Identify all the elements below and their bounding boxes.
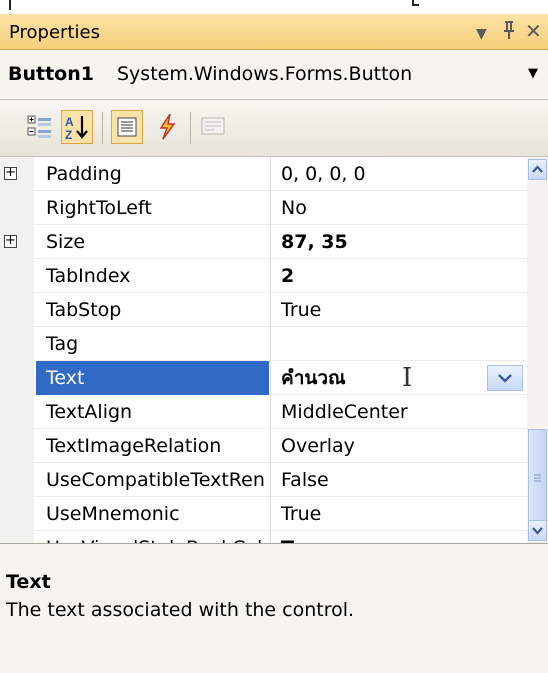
categorized-icon [27,115,51,138]
row-gutter [0,463,34,497]
row-gutter: + [0,225,34,259]
property-name: Size [46,231,86,253]
description-text: The text associated with the control. [6,599,355,621]
properties-panel: Properties ▼ ✕ Button1 System.Windows.Fo… [0,0,548,673]
row-gutter [0,531,34,543]
row-gutter [0,259,34,293]
toolbar: A Z [0,100,548,157]
property-row[interactable]: TabStop True [0,293,527,327]
row-gutter [0,191,34,225]
row-gutter [0,327,34,361]
property-name: UseVisualStyleBackColo [36,531,269,543]
property-name: TabIndex [46,265,131,287]
scroll-thumb[interactable] [528,429,547,529]
property-value[interactable]: No [270,191,527,225]
row-gutter [0,429,34,463]
property-value[interactable]: 0, 0, 0, 0 [270,157,527,191]
close-icon[interactable]: ✕ [525,20,542,42]
property-name: UseCompatibleTextRen [46,469,265,491]
property-row[interactable]: TabIndex 2 [0,259,527,293]
scroll-up-button[interactable] [528,159,547,180]
chevron-down-icon [498,374,512,383]
svg-text:Z: Z [65,128,72,142]
property-name: UseMnemonic [46,503,180,525]
vertical-scrollbar[interactable] [527,157,548,543]
property-value[interactable]: True [270,497,527,531]
scroll-down-icon [532,527,543,535]
object-type: System.Windows.Forms.Button [117,63,413,85]
property-row[interactable]: TextAlign MiddleCenter [0,395,527,429]
row-gutter: + [0,157,34,191]
property-value[interactable]: 2 [270,259,527,293]
top-strip [0,0,548,14]
property-row[interactable]: UseCompatibleTextRen False [0,463,527,497]
window-position-dropdown-icon[interactable]: ▼ [476,23,487,45]
row-gutter [0,395,34,429]
property-row-selected[interactable]: Text คำนวณ I [0,361,527,395]
property-row[interactable]: UseMnemonic True [0,497,527,531]
property-row[interactable]: UseVisualStyleBackColo True [0,531,527,543]
property-row[interactable]: + Size 87, 35 [0,225,527,259]
categorized-button[interactable] [25,110,57,144]
sort-az-icon: A Z [65,115,88,142]
properties-icon [117,117,137,137]
description-title: Text [6,571,51,593]
property-value[interactable]: 87, 35 [270,225,527,259]
property-row[interactable]: + Padding 0, 0, 0, 0 [0,157,527,191]
toolbar-separator [190,112,191,144]
title-bar: Properties ▼ ✕ [0,14,548,50]
description-pane: Text The text associated with the contro… [0,543,548,673]
property-row[interactable]: Tag [0,327,527,361]
object-name: Button1 [8,63,94,85]
row-gutter [0,361,34,395]
lightning-icon [159,113,176,140]
property-grid: + Padding 0, 0, 0, 0 RightToLeft No + Si… [0,157,527,543]
scroll-down-button[interactable] [528,520,547,541]
property-pages-button[interactable] [198,110,230,144]
property-value[interactable]: Overlay [270,429,527,463]
svg-text:A: A [65,115,74,129]
property-value[interactable]: MiddleCenter [270,395,527,429]
value-dropdown-button[interactable] [487,365,523,391]
property-pages-icon [201,117,225,135]
toolbar-separator [102,112,103,144]
window-title: Properties [9,22,100,43]
property-name: TextAlign [46,401,133,423]
property-name: RightToLeft [46,197,152,219]
chevron-down-icon[interactable]: ▼ [528,66,538,81]
property-row[interactable]: RightToLeft No [0,191,527,225]
expand-icon[interactable]: + [4,166,17,180]
object-selector[interactable]: Button1 System.Windows.Forms.Button ▼ [0,50,548,100]
property-value[interactable]: True [270,531,527,543]
row-gutter [0,497,34,531]
row-gutter [0,293,34,327]
property-row[interactable]: TextImageRelation Overlay [0,429,527,463]
events-button[interactable] [152,110,184,144]
property-value[interactable]: False [270,463,527,497]
ibeam-cursor-icon: I [402,363,413,393]
property-value[interactable]: True [270,293,527,327]
property-name: Padding [46,163,122,185]
properties-button[interactable] [111,110,143,144]
property-value[interactable] [270,327,527,361]
expand-icon[interactable]: + [4,234,17,248]
grip-icon [534,474,541,482]
pin-icon[interactable] [501,20,517,44]
property-name: TabStop [46,299,122,321]
top-border-mark [9,0,11,10]
alphabetical-button[interactable]: A Z [61,110,93,144]
top-border-mark [412,0,419,6]
property-name: Tag [46,333,79,355]
scroll-up-icon [532,165,543,173]
property-name: TextImageRelation [46,435,222,457]
property-name: Text [36,361,269,395]
